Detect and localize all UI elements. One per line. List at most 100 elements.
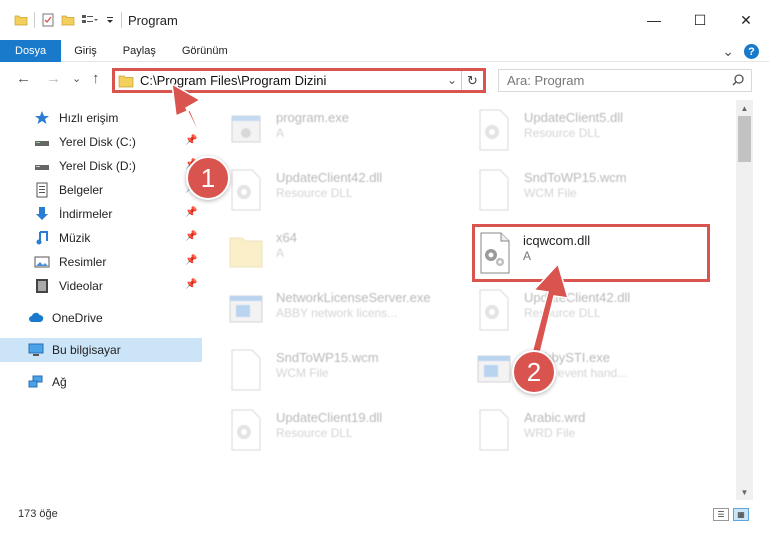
status-bar: 173 öğe ☰ ▦: [0, 502, 769, 526]
videos-icon: [36, 279, 48, 293]
file-item[interactable]: Arabic.wrd WRD File: [476, 402, 726, 462]
dll-file-icon: [231, 169, 261, 211]
help-icon[interactable]: ?: [744, 44, 759, 59]
search-icon[interactable]: [731, 73, 745, 87]
dll-file-icon: [479, 109, 509, 151]
close-button[interactable]: ✕: [723, 0, 769, 40]
file-item[interactable]: NetworkLicenseServer.exe ABBY network li…: [228, 282, 478, 342]
file-description: A: [276, 126, 285, 140]
sidebar-item-label: Belgeler: [59, 183, 104, 197]
expand-ribbon-icon[interactable]: ⌄: [722, 43, 734, 60]
folder-item[interactable]: x64 A: [228, 222, 478, 282]
document-file-icon: [231, 349, 261, 391]
vertical-scrollbar[interactable]: ▲ ▼: [736, 100, 753, 500]
maximize-button[interactable]: ☐: [677, 0, 723, 40]
recent-locations-button[interactable]: ⌄: [72, 72, 81, 85]
address-dropdown-icon[interactable]: ⌄: [447, 73, 457, 87]
toolbar-separator: [121, 12, 122, 28]
file-list: program.exe A UpdateClient5.dll Resource…: [202, 100, 736, 500]
sidebar-item-this-pc[interactable]: Bu bilgisayar: [0, 338, 202, 362]
title-bar: Program — ☐ ✕: [0, 0, 769, 40]
file-description: Resource DLL: [276, 186, 353, 200]
file-name: UpdateClient5.dll: [524, 110, 624, 125]
scroll-down-icon[interactable]: ▼: [736, 484, 753, 500]
customize-toolbar-icon[interactable]: [105, 13, 115, 27]
sidebar-item-label: Müzik: [59, 231, 91, 245]
pin-icon[interactable]: 📌: [185, 207, 197, 218]
scrollbar-thumb[interactable]: [738, 116, 751, 162]
view-options-icon[interactable]: [81, 13, 99, 27]
file-description: A: [523, 249, 532, 263]
file-item-icqwcom-dll[interactable]: icqwcom.dll A: [472, 224, 710, 282]
file-description: WRD File: [524, 426, 576, 440]
drive-icon: [35, 141, 49, 146]
refresh-button[interactable]: ↻: [461, 71, 483, 90]
file-item[interactable]: program.exe A: [228, 102, 478, 162]
tab-share[interactable]: Paylaş: [110, 40, 169, 62]
file-item[interactable]: SndToWP15.wcm WCM File: [228, 342, 478, 402]
file-name: program.exe: [276, 110, 349, 125]
file-item[interactable]: UpdateClient42.dll Resource DLL: [228, 162, 478, 222]
file-item[interactable]: UpdateClient5.dll Resource DLL: [476, 102, 726, 162]
details-view-icon[interactable]: ☰: [713, 508, 729, 521]
dll-file-icon: [479, 289, 509, 331]
cloud-icon: [29, 312, 44, 322]
file-item[interactable]: UpdateClient19.dll Resource DLL: [228, 402, 478, 462]
sidebar-item-label: Hızlı erişim: [59, 111, 119, 125]
sidebar-item-onedrive[interactable]: OneDrive: [0, 306, 202, 330]
sidebar-item-downloads[interactable]: İndirmeler 📌: [0, 202, 202, 226]
sidebar-item-label: Bu bilgisayar: [52, 343, 121, 357]
sidebar-item-label: OneDrive: [52, 311, 103, 325]
folder-icon: [118, 75, 134, 88]
pin-icon[interactable]: 📌: [185, 135, 197, 146]
navigation-pane: Hızlı erişim Yerel Disk (C:) 📌 Yerel Dis…: [0, 100, 202, 500]
scroll-up-icon[interactable]: ▲: [736, 100, 753, 116]
back-button[interactable]: ←: [16, 70, 31, 87]
properties-icon[interactable]: [41, 13, 55, 27]
file-item[interactable]: SndToWP15.wcm WCM File: [476, 162, 726, 222]
pictures-icon: [34, 256, 50, 268]
sidebar-item-label: Videolar: [59, 279, 103, 293]
document-file-icon: [479, 409, 509, 451]
sidebar-item-network[interactable]: Ağ: [0, 370, 202, 394]
file-item[interactable]: UpdateClient42.dll Resource DLL: [476, 282, 726, 342]
file-description: WCM File: [524, 186, 577, 200]
ribbon-tabs: Dosya Giriş Paylaş Görünüm ⌄ ?: [0, 39, 769, 62]
file-name: NetworkLicenseServer.exe: [276, 290, 431, 305]
sidebar-item-pictures[interactable]: Resimler 📌: [0, 250, 202, 274]
drive-icon: [35, 165, 49, 170]
pin-icon[interactable]: 📌: [185, 255, 197, 266]
sidebar-item-local-disk-d[interactable]: Yerel Disk (D:) 📌: [0, 154, 202, 178]
address-bar[interactable]: C:\Program Files\Program Dizini ⌄ ↻: [112, 68, 486, 93]
documents-icon: [36, 182, 48, 198]
sidebar-item-quick-access[interactable]: Hızlı erişim: [0, 106, 202, 130]
sidebar-item-local-disk-c[interactable]: Yerel Disk (C:) 📌: [0, 130, 202, 154]
item-count: 173 öğe: [18, 508, 58, 520]
dll-file-icon: [231, 409, 261, 451]
tab-home[interactable]: Giriş: [61, 40, 110, 62]
file-name: SndToWP15.wcm: [276, 350, 379, 365]
quick-access-toolbar: [0, 12, 122, 28]
search-placeholder: Ara: Program: [507, 73, 585, 88]
folder-icon[interactable]: [14, 13, 28, 27]
forward-button[interactable]: →: [46, 70, 61, 87]
sidebar-item-label: Ağ: [52, 375, 67, 389]
up-button[interactable]: ↑: [92, 70, 100, 87]
sidebar-item-documents[interactable]: Belgeler 📌: [0, 178, 202, 202]
minimize-button[interactable]: —: [631, 0, 677, 40]
callout-2: 2: [512, 350, 556, 394]
sidebar-item-music[interactable]: Müzik 📌: [0, 226, 202, 250]
sidebar-item-videos[interactable]: Videolar 📌: [0, 274, 202, 298]
document-file-icon: [479, 169, 509, 211]
file-name: icqwcom.dll: [523, 233, 591, 248]
new-folder-icon[interactable]: [61, 13, 75, 27]
search-input[interactable]: Ara: Program: [498, 69, 752, 92]
pin-icon[interactable]: 📌: [185, 279, 197, 290]
tiles-view-icon[interactable]: ▦: [733, 508, 749, 521]
folder-icon: [229, 237, 263, 268]
tab-file[interactable]: Dosya: [0, 39, 62, 62]
tab-view[interactable]: Görünüm: [169, 40, 241, 62]
pin-icon[interactable]: 📌: [185, 231, 197, 242]
application-file-icon: [477, 355, 511, 383]
network-icon: [28, 375, 43, 388]
